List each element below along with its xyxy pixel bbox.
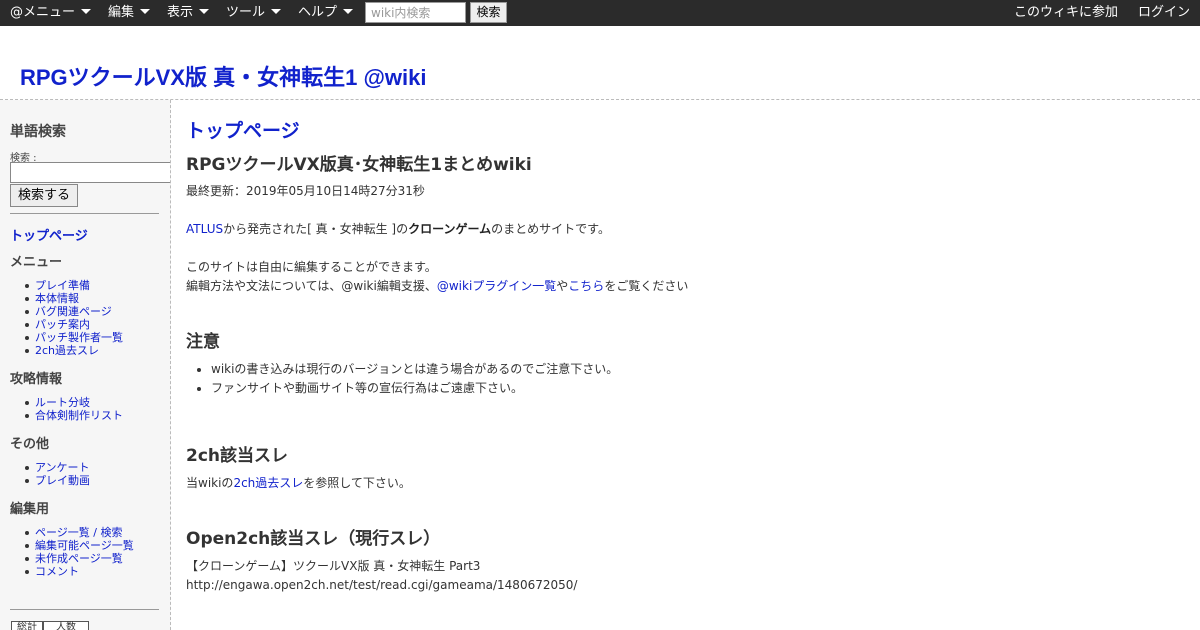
last-updated: 最終更新：2019年05月10日14時27分31秒	[186, 184, 425, 198]
help-menu[interactable]: ヘルプ	[298, 0, 354, 26]
sidebar-item-patch-guide[interactable]: パッチ案内	[25, 318, 123, 331]
sidebar-item-play-videos[interactable]: プレイ動画	[25, 474, 90, 487]
sidebar-item-sword-fusion[interactable]: 合体剣制作リスト	[25, 409, 123, 422]
sidebar-item-uncreated-pages[interactable]: 未作成ページ一覧	[25, 552, 134, 565]
sidebar-item-patch-authors[interactable]: パッチ製作者一覧	[25, 331, 123, 344]
sidebar-counter-tabs: 総計 人数	[11, 621, 89, 630]
atwiki-menu-label: @メニュー	[10, 5, 76, 20]
caution-item: ファンサイトや動画サイト等の宣伝行為はご遠慮下さい。	[196, 379, 618, 398]
sidebar-search-button[interactable]: 検索する	[10, 184, 78, 207]
view-menu-label: 表示	[167, 5, 194, 20]
sidebar-search-heading: 単語検索	[10, 124, 66, 140]
tab-visitors[interactable]: 人数	[43, 621, 89, 630]
sidebar-divider	[10, 609, 159, 610]
edit-note-line-2: 編輯方法や文法については、@wiki編輯支援、@wikiプラグイン一覧やこちらを…	[186, 277, 688, 296]
caret-down-icon	[140, 9, 151, 14]
tools-menu-label: ツール	[226, 5, 266, 20]
wiki-search-input[interactable]	[365, 2, 466, 23]
wiki-search-button[interactable]: 検索	[470, 2, 507, 23]
clone-game-bold: クローンゲーム	[408, 222, 492, 236]
sidebar-search-input[interactable]	[10, 162, 170, 183]
ch2-text-2: を参照して下さい。	[303, 476, 411, 490]
edit-menu-label: 編集	[108, 5, 135, 20]
tools-menu[interactable]: ツール	[226, 0, 282, 26]
sidebar-editing-list: ページ一覧 / 検索 編集可能ページ一覧 未作成ページ一覧 コメント	[25, 526, 134, 578]
caution-item: wikiの書き込みは現行のバージョンとは違う場合があるのでご注意下さい。	[196, 360, 618, 379]
page-title[interactable]: トップページ	[186, 116, 300, 143]
sidebar-section-other-title: その他	[10, 437, 50, 452]
top-navigation-bar: @メニュー 編集 表示 ツール ヘルプ 検索 このウィキに参加 ログイン	[0, 0, 1200, 26]
intro-paragraph: ATLUSから発売された[ 真・女神転生 ]のクローンゲームのまとめサイトです。	[186, 220, 610, 239]
caret-down-icon	[343, 9, 354, 14]
ch2-text-1: 当wikiの	[186, 476, 234, 490]
caution-list: wikiの書き込みは現行のバージョンとは違う場合があるのでご注意下さい。 ファン…	[196, 360, 618, 398]
here-link[interactable]: こちら	[568, 279, 604, 293]
site-title[interactable]: RPGツクールVX版 真・女神転生1 @wiki	[20, 60, 427, 92]
sidebar-other-list: アンケート プレイ動画	[25, 461, 90, 487]
help-menu-label: ヘルプ	[298, 5, 338, 20]
open2ch-thread-heading: Open2ch該当スレ（現行スレ）	[186, 529, 441, 549]
sidebar-item-editable-pages[interactable]: 編集可能ページ一覧	[25, 539, 134, 552]
sidebar-item-survey[interactable]: アンケート	[25, 461, 90, 474]
sidebar-item-main-info[interactable]: 本体情報	[25, 292, 123, 305]
open2ch-thread-title: 【クローンゲーム】ツクールVX版 真・女神転生 Part3	[186, 559, 481, 573]
sidebar-top-page-link[interactable]: トップページ	[10, 225, 88, 244]
edit-note-text-2: や	[556, 279, 569, 293]
intro-text-2: のまとめサイトです。	[491, 222, 610, 236]
atwiki-menu[interactable]: @メニュー	[10, 0, 92, 26]
plugin-list-link[interactable]: @wikiプラグイン一覧	[437, 279, 556, 293]
caret-down-icon	[199, 9, 210, 14]
atlus-link[interactable]: ATLUS	[186, 222, 223, 236]
open2ch-thread-url[interactable]: http://engawa.open2ch.net/test/read.cgi/…	[186, 576, 577, 595]
edit-note-text-3: をご覧ください	[604, 279, 689, 293]
sidebar-item-comment[interactable]: コメント	[25, 565, 134, 578]
sidebar: 単語検索 検索 : 検索する トップページ メニュー プレイ準備 本体情報 バグ…	[0, 100, 171, 630]
caution-heading: 注意	[186, 332, 220, 352]
caret-down-icon	[271, 9, 282, 14]
sidebar-section-editing-title: 編集用	[10, 502, 50, 517]
ch2-archive-link[interactable]: 2ch過去スレ	[233, 476, 303, 490]
edit-menu[interactable]: 編集	[108, 0, 151, 26]
view-menu[interactable]: 表示	[167, 0, 210, 26]
sidebar-menu-list: プレイ準備 本体情報 バグ関連ページ パッチ案内 パッチ製作者一覧 2ch過去ス…	[25, 279, 123, 357]
tab-total[interactable]: 総計	[11, 621, 43, 630]
edit-note-line-1: このサイトは自由に編集することができます。	[186, 260, 437, 274]
ch2-thread-heading: 2ch該当スレ	[186, 446, 289, 466]
login-link[interactable]: ログイン	[1138, 0, 1190, 26]
sidebar-item-page-list[interactable]: ページ一覧 / 検索	[25, 526, 134, 539]
sidebar-section-strategy-title: 攻略情報	[10, 372, 63, 387]
sidebar-divider	[10, 213, 159, 214]
main-content: トップページ RPGツクールVX版真･女神転生1まとめwiki 最終更新：201…	[186, 100, 1186, 630]
caret-down-icon	[81, 9, 92, 14]
page-subtitle: RPGツクールVX版真･女神転生1まとめwiki	[186, 155, 532, 175]
sidebar-item-bugs[interactable]: バグ関連ページ	[25, 305, 123, 318]
sidebar-section-menu-title: メニュー	[10, 255, 63, 270]
sidebar-strategy-list: ルート分岐 合体剣制作リスト	[25, 396, 123, 422]
sidebar-item-route-branch[interactable]: ルート分岐	[25, 396, 123, 409]
edit-note-text-1: 編輯方法や文法については、@wiki編輯支援、	[186, 279, 437, 293]
sidebar-item-play-prep[interactable]: プレイ準備	[25, 279, 123, 292]
intro-text-1: から発売された[ 真・女神転生 ]の	[223, 222, 409, 236]
join-wiki-link[interactable]: このウィキに参加	[1014, 0, 1118, 26]
sidebar-item-2ch-archive[interactable]: 2ch過去スレ	[25, 344, 123, 357]
ch2-thread-text: 当wikiの2ch過去スレを参照して下さい。	[186, 474, 411, 493]
